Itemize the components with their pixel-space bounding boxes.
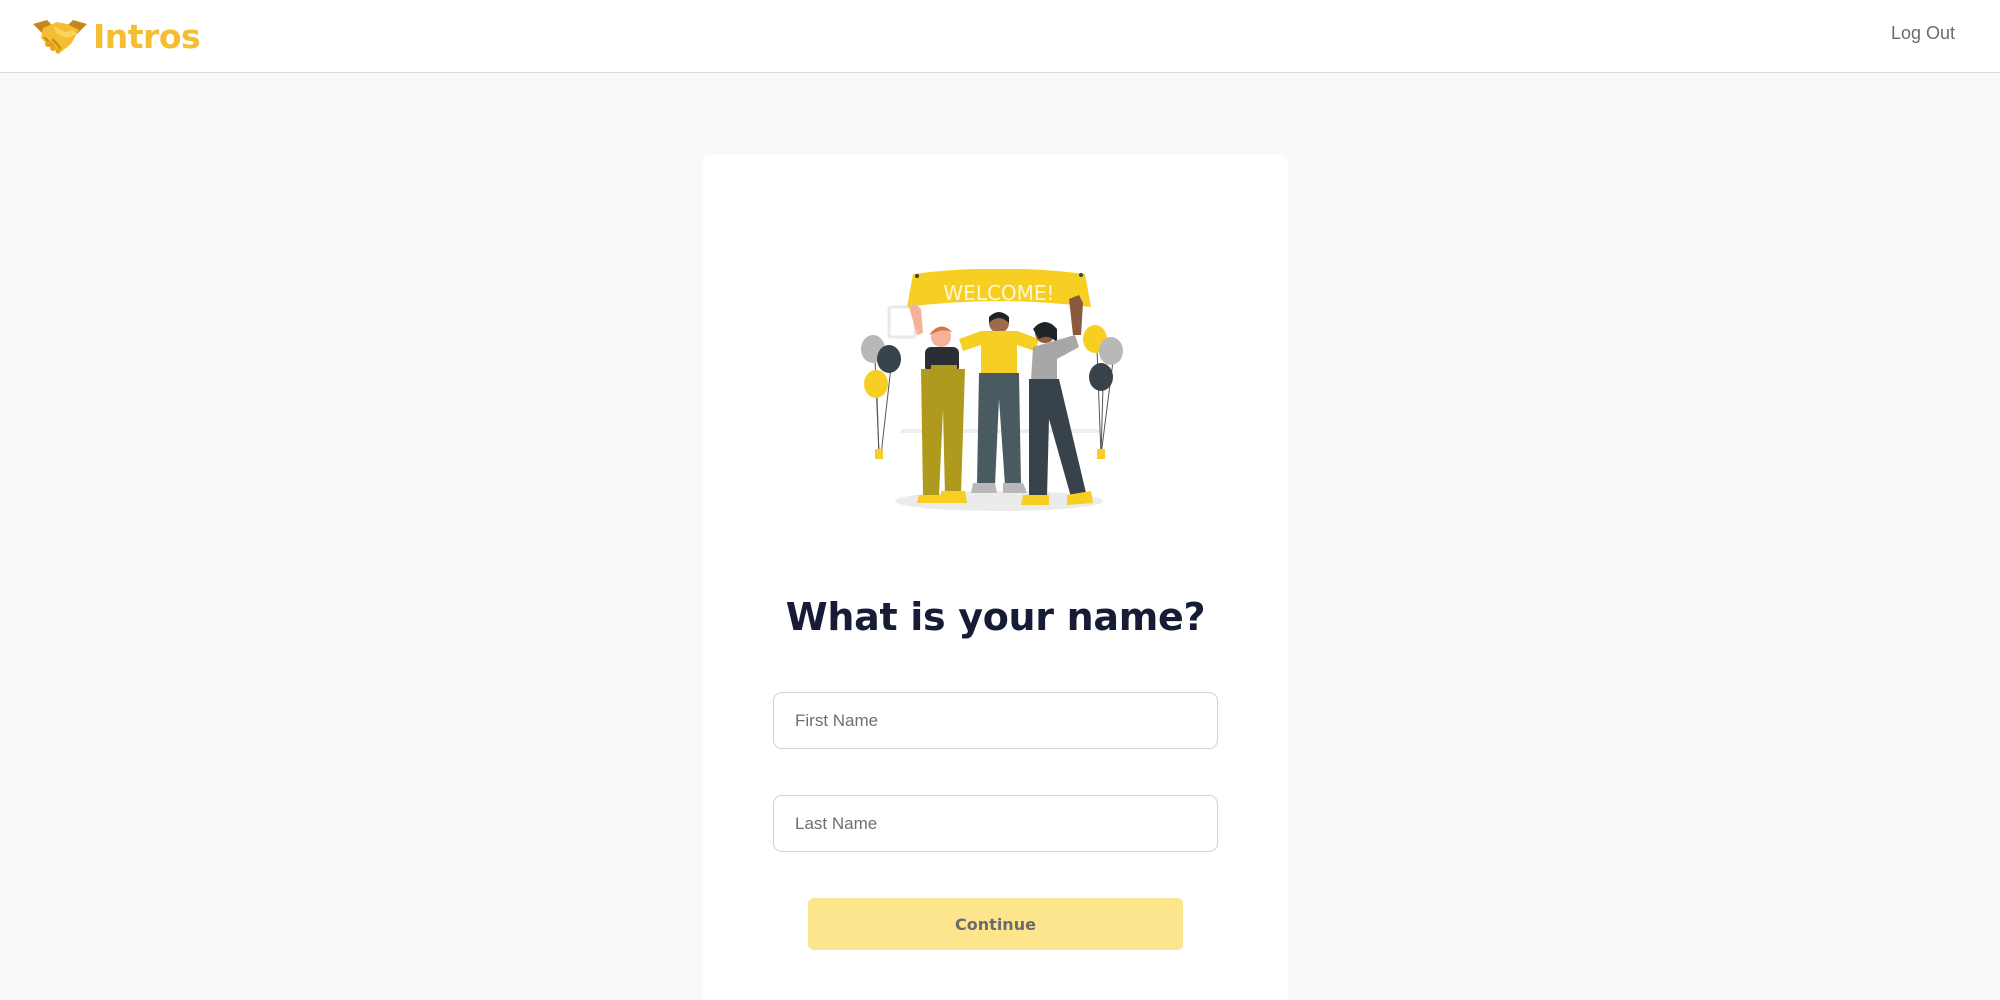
page-title: What is your name? — [785, 595, 1206, 639]
continue-button[interactable]: Continue — [808, 898, 1183, 950]
first-name-input[interactable] — [773, 692, 1218, 749]
last-name-input[interactable] — [773, 795, 1218, 852]
brand-logo-link[interactable]: Intros — [31, 12, 201, 60]
welcome-illustration: WELCOME! — [861, 269, 1123, 511]
logout-button[interactable]: Log Out — [1891, 23, 1955, 44]
handshake-icon — [33, 20, 87, 54]
banner-text: WELCOME! — [943, 281, 1054, 305]
top-navigation-bar: Intros Log Out — [0, 0, 2000, 73]
onboarding-card: WELCOME! What is your name? Continue — [703, 155, 1288, 1000]
brand-name: Intros — [93, 16, 201, 56]
